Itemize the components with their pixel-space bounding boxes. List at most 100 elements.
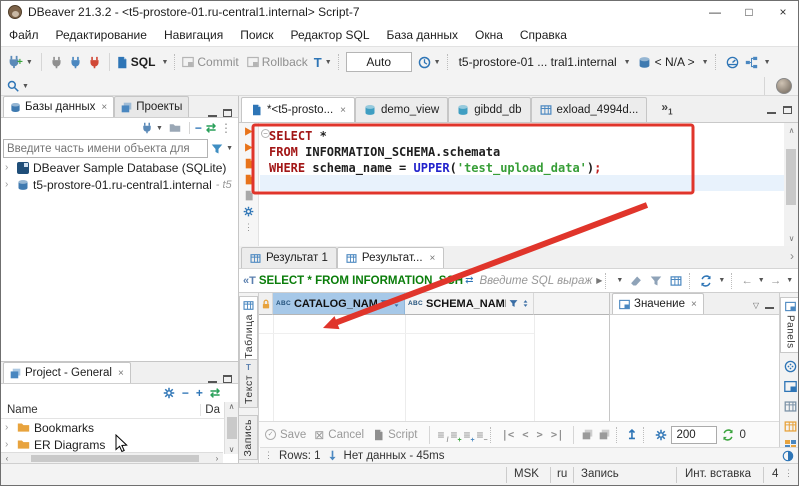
filter-placeholder[interactable]: Введите SQL выраж (479, 275, 592, 287)
filter-erase-icon[interactable] (630, 275, 642, 287)
tree-item-t5-connection[interactable]: › t5-prostore-01.ru-central1.internal - … (1, 176, 238, 193)
object-filter-input[interactable] (3, 139, 209, 158)
refresh-result-icon[interactable] (700, 275, 712, 287)
scroll-right-icon[interactable]: › (211, 454, 223, 463)
presentation-tab-grid[interactable]: Таблица (239, 296, 258, 363)
sql-editor-button[interactable]: SQL (131, 55, 156, 69)
column-filter-icon[interactable] (380, 299, 389, 308)
menu-help[interactable]: Справка (520, 28, 567, 42)
network-share-icon[interactable] (745, 56, 758, 69)
fetch-all-icon[interactable] (599, 429, 610, 440)
column-sort-icon[interactable] (521, 299, 530, 308)
connection-selector[interactable]: t5-prostore-01 ... tral1.internal (459, 55, 617, 69)
window-minimize-button[interactable]: — (698, 5, 732, 19)
menu-database[interactable]: База данных (387, 28, 458, 42)
explorer-connection-dropdown-icon[interactable]: ▼ (156, 125, 163, 132)
column-filter-icon[interactable] (509, 299, 518, 308)
first-row-button[interactable]: |< (502, 429, 515, 441)
tab-gibdd-db[interactable]: gibdd_db (448, 97, 531, 122)
sql-editor[interactable]: ⋮ − SELECT * FROM INFORMATION_SCHEMA.sch… (239, 123, 798, 246)
column-header-schema-name[interactable]: ABC SCHEMA_NAME (405, 293, 534, 315)
tab-demo-view[interactable]: demo_view (355, 97, 449, 122)
sql-editor-icon[interactable] (115, 56, 128, 69)
edit-row-icon[interactable]: ≡ / (438, 428, 449, 444)
explorer-menu-dots-icon[interactable]: ⋮ (220, 121, 232, 135)
presentation-tab-text[interactable]: T Текст (239, 359, 258, 408)
editor-scrollbar[interactable]: ∧ ∨ (784, 123, 798, 246)
disconnect-icon[interactable] (88, 56, 101, 69)
delete-row-icon[interactable]: ≡ − (477, 428, 488, 444)
value-panel-menu-icon[interactable]: ▽ (753, 301, 759, 310)
explorer-new-connection-icon[interactable] (141, 122, 153, 134)
project-settings-gear-icon[interactable] (163, 387, 175, 399)
auto-commit-combobox[interactable]: Auto (345, 52, 412, 72)
result-tab-overflow-icon[interactable]: › (790, 249, 794, 263)
column-name[interactable]: Name (1, 404, 38, 416)
metadata-panel-icon[interactable] (784, 420, 797, 433)
calc-panel-icon[interactable] (784, 400, 797, 413)
user-avatar[interactable] (776, 78, 792, 94)
databases-tab-close-icon[interactable]: × (101, 102, 107, 113)
project-refresh-icon[interactable]: ⇄ (210, 386, 220, 400)
transaction-mode-icon[interactable]: T (314, 55, 322, 70)
editor-settings-gear-icon[interactable] (243, 206, 254, 217)
result-tab-close-icon[interactable]: × (430, 253, 436, 264)
link-with-editor-icon[interactable]: ⇄ (206, 121, 216, 135)
project-collapse-icon[interactable]: − (182, 386, 189, 400)
tab-result-2[interactable]: Результат... × (336, 247, 445, 268)
project-minimize-icon[interactable] (208, 376, 217, 383)
project-tab-close-icon[interactable]: × (118, 368, 124, 379)
new-folder-icon[interactable] (169, 122, 181, 134)
expand-chevron-icon[interactable]: › (5, 422, 13, 433)
filter-funnel-icon[interactable] (211, 143, 223, 155)
refresh-dropdown-icon[interactable]: ▼ (718, 277, 725, 284)
tab-overflow-icon[interactable]: »1 (661, 100, 672, 116)
expand-chevron-icon[interactable]: › (5, 162, 13, 173)
new-connection-dropdown-icon[interactable]: ▼ (26, 59, 33, 66)
tab-value[interactable]: Значение × (612, 293, 704, 314)
tree-item-sample-db[interactable]: › DBeaver Sample Database (SQLite) (1, 159, 238, 176)
filter-expand-icon[interactable]: ⇄ (465, 275, 473, 286)
editor-maximize-icon[interactable] (783, 106, 792, 114)
editor-minimize-icon[interactable] (767, 107, 776, 114)
auto-refresh-icon[interactable] (722, 429, 734, 441)
schema-dropdown-icon[interactable]: ▼ (702, 59, 709, 66)
tab-script[interactable]: *<t5-prosto... × (241, 97, 356, 122)
next-row-button[interactable]: > (537, 429, 543, 441)
explorer-minimize-icon[interactable] (208, 110, 217, 117)
menu-window[interactable]: Окна (475, 28, 503, 42)
value-tab-close-icon[interactable]: × (691, 299, 697, 310)
result-settings-gear-icon[interactable] (655, 429, 667, 441)
column-sort-icon[interactable] (392, 299, 401, 308)
search-dropdown-icon[interactable]: ▼ (22, 83, 29, 90)
toolbar-overflow-dropdown-icon[interactable]: ▼ (764, 59, 771, 66)
tab-databases[interactable]: Базы данных × (3, 96, 115, 117)
search-icon[interactable] (7, 80, 19, 92)
collapse-all-icon[interactable]: − (195, 121, 202, 135)
project-expand-icon[interactable]: + (196, 386, 203, 400)
column-header-catalog-name[interactable]: ABC CATALOG_NAME (273, 293, 405, 315)
filter-history-dropdown-icon[interactable]: ▼ (616, 277, 623, 284)
connection-dropdown-icon[interactable]: ▼ (624, 59, 631, 66)
duplicate-row-icon[interactable]: ≡ + (464, 428, 475, 444)
tab-project-general[interactable]: Project - General × (3, 362, 131, 383)
window-close-button[interactable]: × (766, 5, 798, 19)
explain-plan-icon[interactable] (243, 190, 254, 201)
execute-script-icon[interactable] (243, 158, 254, 169)
nav-forward-dropdown-icon[interactable]: ▼ (786, 277, 793, 284)
connect-icon[interactable] (50, 56, 63, 69)
project-vertical-scrollbar[interactable]: ∧ ∨ (224, 402, 238, 454)
menu-search[interactable]: Поиск (240, 28, 273, 42)
nav-back-dropdown-icon[interactable]: ▼ (758, 277, 765, 284)
execute-script-new-icon[interactable] (243, 174, 254, 185)
menu-navigation[interactable]: Навигация (164, 28, 223, 42)
record-mode-toggle[interactable]: Запись (239, 415, 258, 461)
scrollbar-thumb[interactable] (786, 149, 796, 205)
scroll-down-icon[interactable]: ∨ (784, 234, 798, 243)
scroll-left-icon[interactable]: ‹ (1, 454, 13, 463)
filter-apply-icon[interactable]: ▶ (596, 276, 602, 285)
fetch-size-input[interactable] (671, 425, 718, 444)
dashboard-gauge-icon[interactable] (726, 56, 739, 69)
menu-file[interactable]: Файл (9, 28, 39, 42)
execute-statement-icon[interactable] (243, 126, 254, 137)
